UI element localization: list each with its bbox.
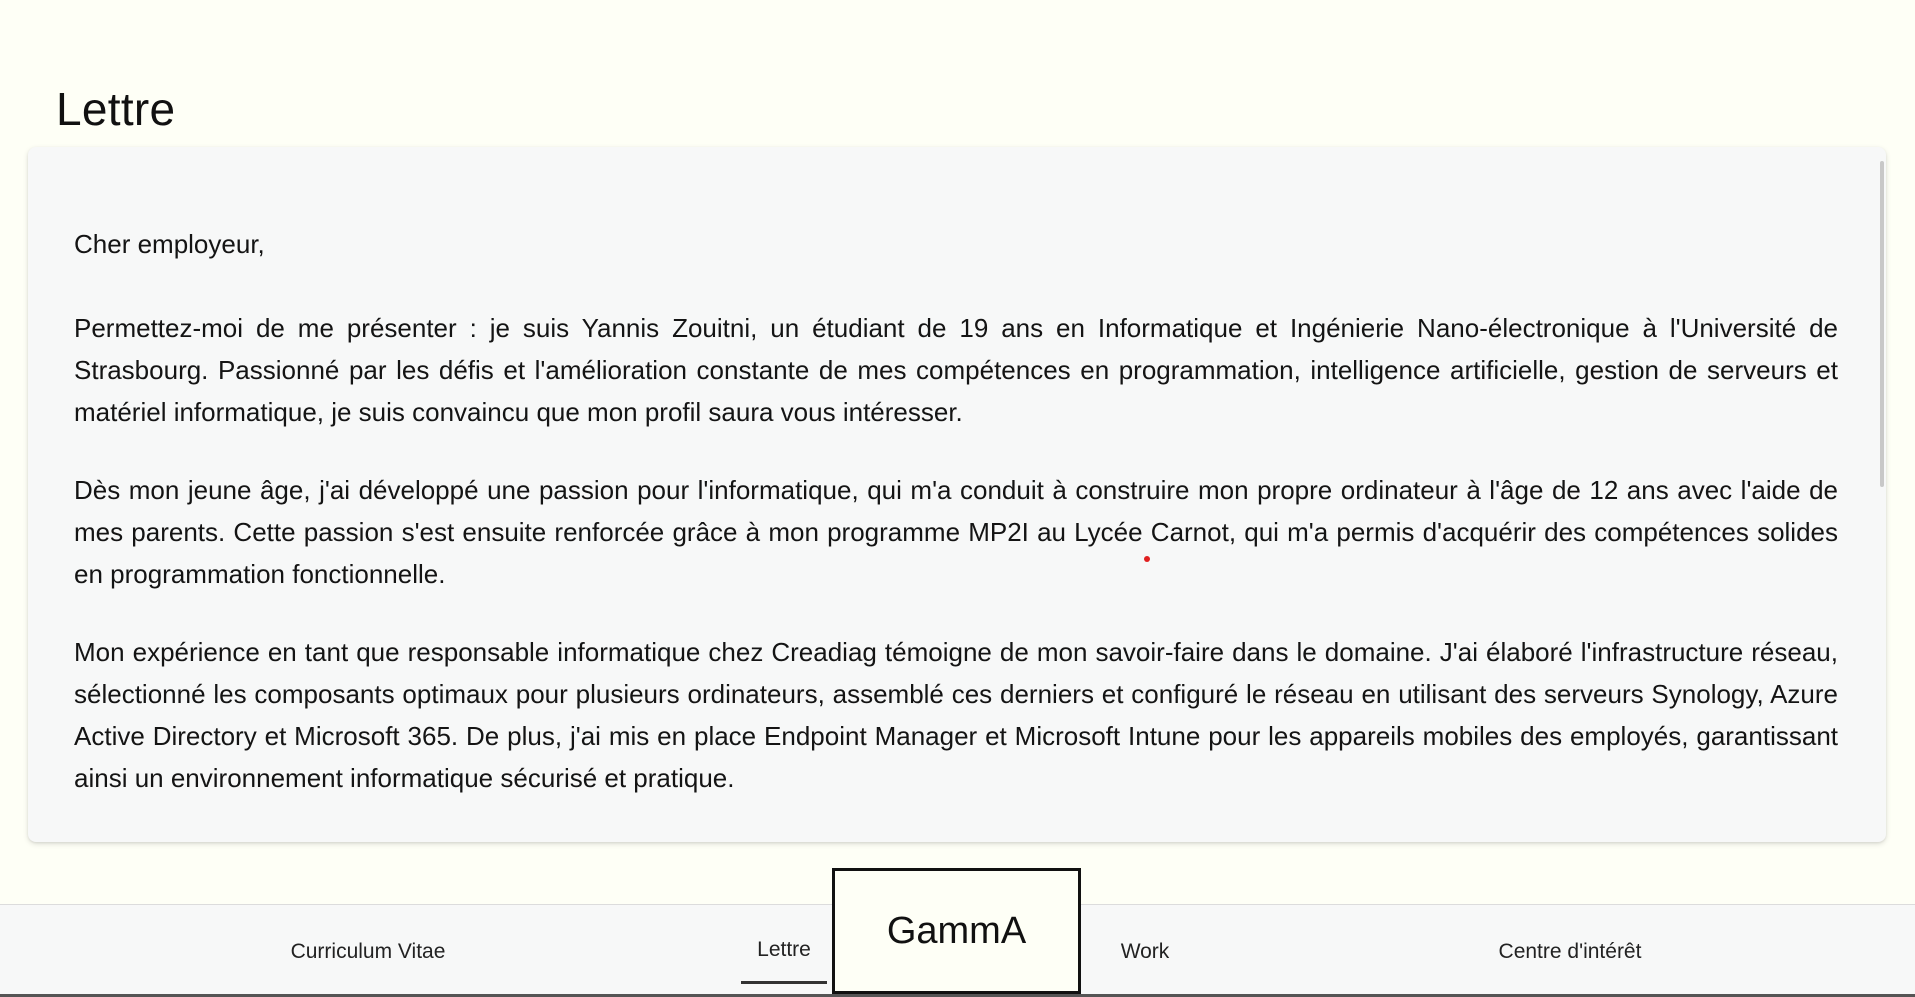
- active-tab-indicator: [741, 981, 827, 984]
- scrollbar[interactable]: [1878, 161, 1884, 831]
- nav-item-label: Centre d'intérêt: [1498, 939, 1642, 963]
- nav-item-work[interactable]: Work: [1110, 905, 1180, 997]
- cursor-dot: [1144, 556, 1150, 562]
- letter-greeting: Cher employeur,: [74, 229, 265, 259]
- brand-label: GammA: [886, 909, 1027, 952]
- letter-paragraph: Permettez-moi de me présenter : je suis …: [74, 313, 1838, 427]
- letter-paragraph: Dès mon jeune âge, j'ai développé une pa…: [74, 475, 1838, 589]
- letter-paragraph: Mon expérience en tant que responsable i…: [74, 637, 1838, 793]
- nav-item-label: Lettre: [757, 937, 811, 961]
- nav-item-curriculum-vitae[interactable]: Curriculum Vitae: [268, 905, 468, 997]
- page-title: Lettre: [56, 83, 176, 135]
- brand-logo[interactable]: GammA: [832, 868, 1081, 994]
- nav-item-lettre[interactable]: Lettre: [741, 905, 827, 997]
- page: Lettre Cher employeur, Permettez-moi de …: [0, 0, 1915, 997]
- nav-item-label: Work: [1120, 939, 1170, 963]
- scrollbar-thumb[interactable]: [1880, 161, 1884, 487]
- letter-content: Cher employeur, Permettez-moi de me prés…: [74, 223, 1838, 835]
- nav-item-centre-interet[interactable]: Centre d'intérêt: [1460, 905, 1680, 997]
- nav-item-label: Curriculum Vitae: [290, 939, 446, 963]
- letter-card[interactable]: Cher employeur, Permettez-moi de me prés…: [28, 147, 1886, 842]
